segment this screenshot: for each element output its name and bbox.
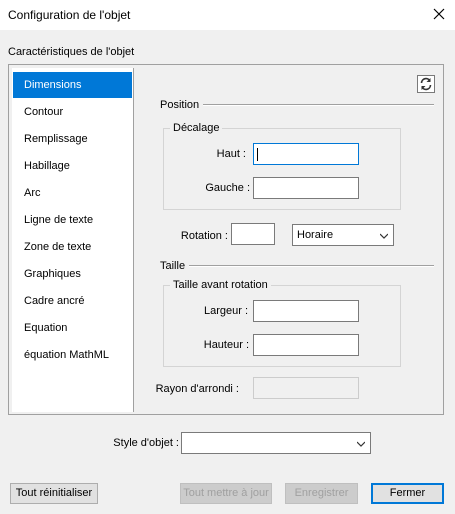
sidebar-item-zone-de-texte[interactable]: Zone de texte xyxy=(13,234,132,260)
sidebar-item-graphiques[interactable]: Graphiques xyxy=(13,261,132,287)
position-section-title: Position xyxy=(160,99,200,111)
category-sidebar: Dimensions Contour Remplissage Habillage… xyxy=(12,68,134,412)
rotation-direction-value: Horaire xyxy=(297,229,334,241)
height-label: Hauteur : xyxy=(203,339,249,351)
sidebar-item-arc[interactable]: Arc xyxy=(13,180,132,206)
corner-radius-label: Rayon d'arrondi : xyxy=(155,383,239,395)
window-title: Configuration de l'objet xyxy=(8,8,131,22)
group-label: Caractéristiques de l'objet xyxy=(8,46,135,58)
update-all-button[interactable]: Tout mettre à jour xyxy=(180,483,272,504)
left-label: Gauche : xyxy=(205,182,250,194)
height-input[interactable] xyxy=(253,334,359,356)
object-style-select[interactable] xyxy=(181,432,371,454)
save-button[interactable]: Enregistrer xyxy=(285,483,358,504)
width-label: Largeur : xyxy=(203,305,248,317)
close-button[interactable]: Fermer xyxy=(371,483,444,504)
corner-radius-input[interactable] xyxy=(253,377,359,399)
sidebar-item-remplissage[interactable]: Remplissage xyxy=(13,126,132,152)
offset-group-title: Décalage xyxy=(170,122,223,134)
size-section-title: Taille xyxy=(160,260,186,272)
sidebar-item-dimensions[interactable]: Dimensions xyxy=(13,72,132,98)
refresh-button[interactable] xyxy=(417,75,435,93)
sidebar-item-ligne-de-texte[interactable]: Ligne de texte xyxy=(13,207,132,233)
size-group-title: Taille avant rotation xyxy=(170,279,271,291)
position-divider xyxy=(203,104,434,106)
sidebar-item-habillage[interactable]: Habillage xyxy=(13,153,132,179)
sidebar-item-equation[interactable]: Equation xyxy=(13,315,132,341)
rotation-input[interactable] xyxy=(231,223,275,245)
top-label: Haut : xyxy=(216,148,246,160)
top-input[interactable] xyxy=(253,143,359,165)
width-input[interactable] xyxy=(253,300,359,322)
sidebar-item-cadre-ancre[interactable]: Cadre ancré xyxy=(13,288,132,314)
sidebar-item-contour[interactable]: Contour xyxy=(13,99,132,125)
left-input[interactable] xyxy=(253,177,359,199)
sidebar-item-equation-mathml[interactable]: équation MathML xyxy=(13,342,132,368)
rotation-label: Rotation : xyxy=(180,230,228,242)
object-style-label: Style d'objet : xyxy=(113,437,179,449)
rotation-direction-select[interactable]: Horaire xyxy=(292,224,394,246)
size-divider xyxy=(189,265,434,267)
reset-all-button[interactable]: Tout réinitialiser xyxy=(10,483,98,504)
chevron-down-icon xyxy=(357,441,365,447)
refresh-icon xyxy=(420,77,432,91)
chevron-down-icon xyxy=(380,233,388,239)
text-caret xyxy=(257,148,258,161)
close-icon[interactable] xyxy=(428,3,450,25)
